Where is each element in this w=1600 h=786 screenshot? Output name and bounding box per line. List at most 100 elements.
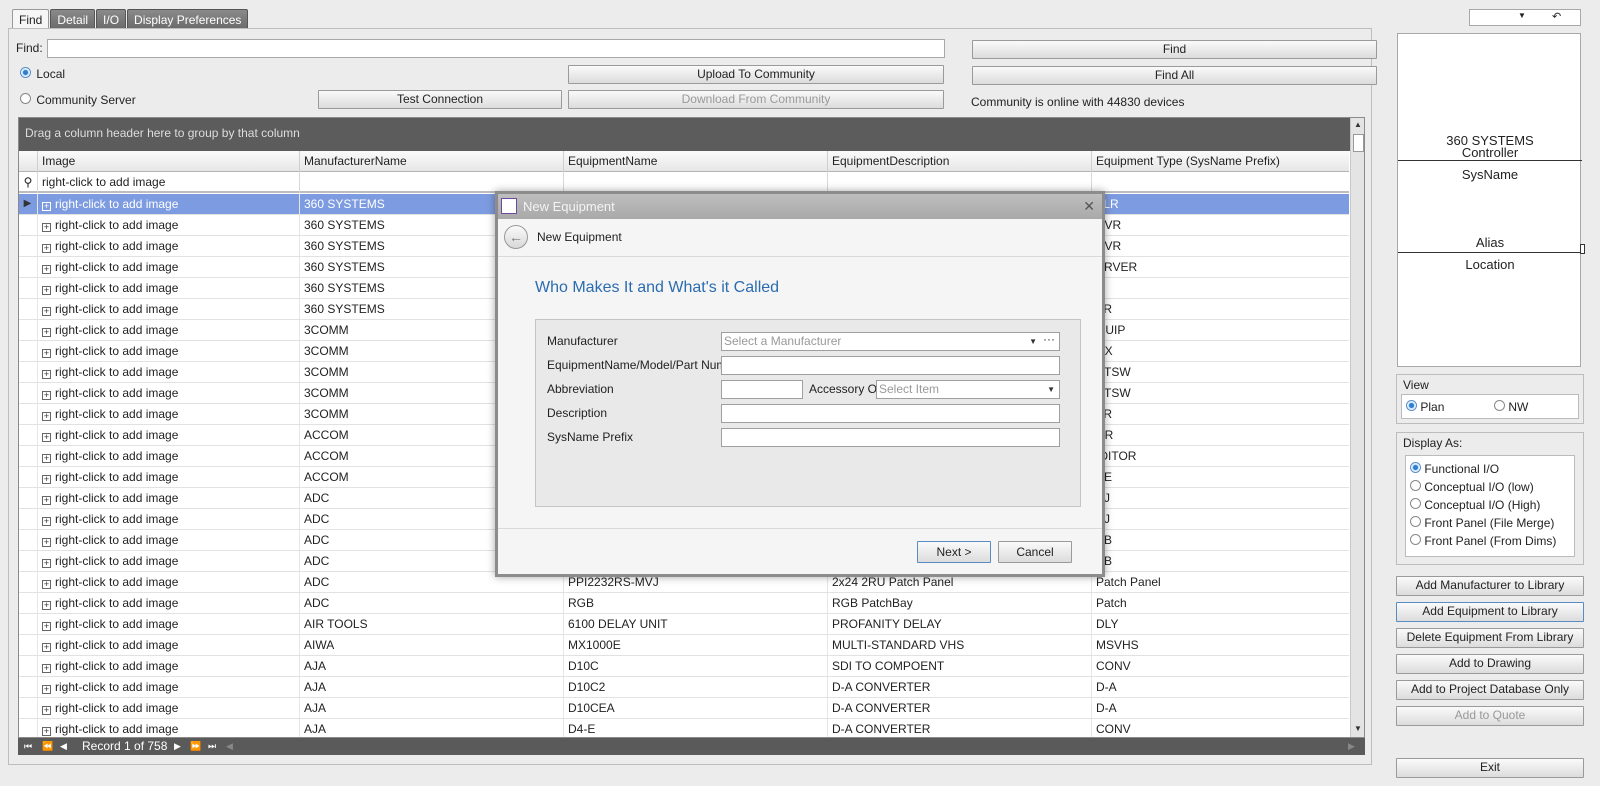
cell-image[interactable]: + right-click to add image [37,551,299,571]
expand-icon[interactable]: + [42,244,51,253]
row-indicator[interactable] [19,572,36,592]
cell-mfr[interactable]: ADC [299,593,563,613]
table-row[interactable]: + right-click to add image AJA D10C SDI TO C… [19,656,1349,677]
row-indicator[interactable] [19,635,36,655]
table-row[interactable]: + right-click to add image AJA D4-E D-A CONV… [19,719,1349,737]
tab-detail[interactable]: Detail [50,9,96,29]
cell-type[interactable]: DR [1091,425,1349,445]
cell-image[interactable]: + right-click to add image [37,467,299,487]
add-to-project-database-button[interactable]: Add to Project Database Only [1396,680,1584,700]
cell-type[interactable]: RVR [1091,215,1349,235]
cell-type[interactable]: ETSW [1091,362,1349,382]
view-nw-radio[interactable]: NW [1494,400,1528,414]
expand-icon[interactable]: + [42,202,51,211]
expand-icon[interactable]: + [42,601,51,610]
expand-icon[interactable]: + [42,454,51,463]
cell-image[interactable]: + right-click to add image [37,698,299,718]
next-page-icon[interactable]: ⏩ [190,738,201,755]
cell-desc[interactable]: D-A CONVERTER [827,677,1091,697]
upload-to-community-button[interactable]: Upload To Community [568,65,944,84]
undo-icon[interactable]: ↶ [1552,10,1561,23]
row-indicator[interactable] [19,404,36,424]
cell-type[interactable]: Patch [1091,593,1349,613]
row-indicator[interactable] [19,509,36,529]
cell-image[interactable]: + right-click to add image [37,635,299,655]
cell-image[interactable]: + right-click to add image [37,383,299,403]
cell-image[interactable]: + right-click to add image [37,509,299,529]
cell-name[interactable]: RGB [563,593,827,613]
grid-vertical-scrollbar[interactable]: ▲ ▼ [1350,118,1364,737]
test-connection-button[interactable]: Test Connection [318,90,562,109]
equipment-name-input[interactable] [721,356,1060,375]
display-conceptual-high-radio[interactable]: Conceptual I/O (High) [1410,498,1540,512]
display-conceptual-low-radio[interactable]: Conceptual I/O (low) [1410,480,1534,494]
cell-image[interactable]: + right-click to add image [37,530,299,550]
cell-image[interactable]: + right-click to add image [37,341,299,361]
cell-image[interactable]: + right-click to add image [37,257,299,277]
filter-manufacturer-cell[interactable] [299,172,563,193]
cell-desc[interactable]: D-A CONVERTER [827,719,1091,737]
cell-image[interactable]: + right-click to add image [37,656,299,676]
cell-image[interactable]: + right-click to add image [37,446,299,466]
chevron-down-icon[interactable]: ▼ [1029,333,1037,350]
expand-icon[interactable]: + [42,286,51,295]
cell-image[interactable]: + right-click to add image [37,215,299,235]
cell-name[interactable]: D10CEA [563,698,827,718]
filter-image-cell[interactable]: right-click to add image [37,172,299,193]
display-front-panel-file-radio[interactable]: Front Panel (File Merge) [1410,516,1554,530]
expand-icon[interactable]: + [42,412,51,421]
cell-mfr[interactable]: AJA [299,656,563,676]
cell-desc[interactable]: PROFANITY DELAY [827,614,1091,634]
find-all-button[interactable]: Find All [972,66,1377,85]
cell-type[interactable]: TLR [1091,194,1349,214]
expand-icon[interactable]: + [42,307,51,316]
cell-name[interactable]: D10C [563,656,827,676]
cell-image[interactable]: + right-click to add image [37,278,299,298]
tab-find[interactable]: Find [12,9,50,29]
row-indicator[interactable] [19,257,36,277]
cell-type[interactable]: CONV [1091,719,1349,737]
find-button[interactable]: Find [972,40,1377,59]
expand-icon[interactable]: + [42,622,51,631]
cell-image[interactable]: + right-click to add image [37,404,299,424]
expand-icon[interactable]: + [42,265,51,274]
display-front-panel-dims-radio[interactable]: Front Panel (From Dims) [1410,534,1556,548]
exit-button[interactable]: Exit [1396,758,1584,778]
expand-icon[interactable]: + [42,370,51,379]
table-row[interactable]: + right-click to add image ADC RGB RGB Patch… [19,593,1349,614]
row-indicator[interactable] [19,299,36,319]
cell-type[interactable]: QUIP [1091,320,1349,340]
row-indicator[interactable] [19,488,36,508]
table-row[interactable]: + right-click to add image AJA D10CEA D-A CO… [19,698,1349,719]
back-arrow-icon[interactable]: ← [504,225,528,249]
description-input[interactable] [721,404,1060,423]
expand-icon[interactable]: + [42,643,51,652]
cell-desc[interactable]: MULTI-STANDARD VHS [827,635,1091,655]
cell-desc[interactable]: RGB PatchBay [827,593,1091,613]
expand-icon[interactable]: + [42,685,51,694]
prev-record-icon[interactable]: ◀ [60,738,67,755]
filter-name-cell[interactable] [563,172,827,193]
row-indicator[interactable] [19,551,36,571]
cell-image[interactable]: + right-click to add image [37,614,299,634]
cell-type[interactable]: AJ [1091,509,1349,529]
cell-type[interactable]: DLY [1091,614,1349,634]
cell-type[interactable]: ETSW [1091,383,1349,403]
row-indicator[interactable] [19,383,36,403]
expand-icon[interactable]: + [42,580,51,589]
cell-name[interactable]: D10C2 [563,677,827,697]
cell-image[interactable]: + right-click to add image [37,194,299,214]
cell-desc[interactable]: SDI TO COMPOENT [827,656,1091,676]
next-button[interactable]: Next > [917,541,991,563]
cell-type[interactable]: RVR [1091,236,1349,256]
row-indicator[interactable] [19,341,36,361]
hscroll-left-icon[interactable]: ◀ [226,738,233,755]
row-indicator[interactable] [19,677,36,697]
cell-type[interactable]: VE [1091,467,1349,487]
cancel-button[interactable]: Cancel [998,541,1072,563]
accessory-of-select[interactable]: Select Item ▼ [876,380,1060,399]
row-indicator[interactable] [19,593,36,613]
last-record-icon[interactable]: ⏭ [208,738,216,755]
hscroll-right-icon[interactable]: ▶ [1348,738,1355,755]
row-indicator[interactable] [19,656,36,676]
